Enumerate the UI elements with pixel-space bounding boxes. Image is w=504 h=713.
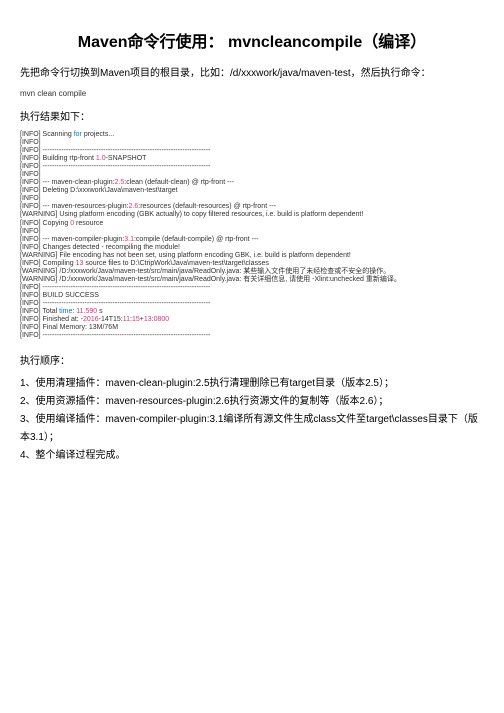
console-line: [INFO] ---------------------------------…	[20, 284, 484, 292]
console-line: [WARNING] /D:/xxxwork/Java/maven-test/sr…	[20, 276, 484, 284]
step-item: 4、整个编译过程完成。	[20, 447, 484, 465]
page-title: Maven命令行使用： mvncleancompile（编译）	[20, 28, 484, 52]
console-line: [INFO] ---------------------------------…	[20, 332, 484, 340]
result-label: 执行结果如下：	[20, 108, 484, 123]
step-item: 1、使用清理插件：maven-clean-plugin:2.5执行清理删除已有t…	[20, 375, 484, 393]
console-line: [INFO] Scanning for projects...	[20, 131, 484, 139]
console-line: [WARNING] /D:/xxxwork/Java/maven-test/sr…	[20, 268, 484, 276]
command-text: mvn clean compile	[20, 89, 484, 98]
console-output: [INFO] Scanning for projects...[INFO][IN…	[20, 131, 484, 340]
console-line: [INFO] Total time: 11.590 s	[20, 308, 484, 316]
console-line: [INFO] Compiling 13 source files to D:\C…	[20, 260, 484, 268]
execution-steps: 1、使用清理插件：maven-clean-plugin:2.5执行清理删除已有t…	[20, 375, 484, 465]
order-label: 执行顺序：	[20, 352, 484, 367]
console-line: [INFO]	[20, 139, 484, 147]
console-line: [INFO] Final Memory: 13M/76M	[20, 324, 484, 332]
console-line: [INFO]	[20, 195, 484, 203]
console-line: [INFO] Copying 0 resource	[20, 220, 484, 228]
console-line: [INFO]	[20, 228, 484, 236]
intro-text: 先把命令行切换到Maven项目的根目录，比如：/d/xxxwork/java/m…	[20, 64, 484, 79]
console-line: [INFO] --- maven-resources-plugin:2.6:re…	[20, 203, 484, 211]
console-line: [INFO] BUILD SUCCESS	[20, 292, 484, 300]
step-item: 2、使用资源插件：maven-resources-plugin:2.6执行资源文…	[20, 393, 484, 411]
console-line: [INFO] --- maven-compiler-plugin:3.1:com…	[20, 236, 484, 244]
console-line: [INFO] ---------------------------------…	[20, 147, 484, 155]
console-line: [INFO] Changes detected - recompiling th…	[20, 244, 484, 252]
console-line: [INFO] Finished at: -2016-14T15:11:15+13…	[20, 316, 484, 324]
console-line: [WARNING] File encoding has not been set…	[20, 252, 484, 260]
step-item: 3、使用编译插件：maven-compiler-plugin:3.1编译所有源文…	[20, 411, 484, 447]
console-line: [WARNING] Using platform encoding (GBK a…	[20, 211, 484, 219]
console-line: [INFO] Deleting D:\xxxwork\Java\maven-te…	[20, 187, 484, 195]
console-line: [INFO] ---------------------------------…	[20, 163, 484, 171]
console-line: [INFO] --- maven-clean-plugin:2.5:clean …	[20, 179, 484, 187]
console-line: [INFO] ---------------------------------…	[20, 300, 484, 308]
console-line: [INFO]	[20, 171, 484, 179]
console-line: [INFO] Building rtp-front 1.0-SNAPSHOT	[20, 155, 484, 163]
